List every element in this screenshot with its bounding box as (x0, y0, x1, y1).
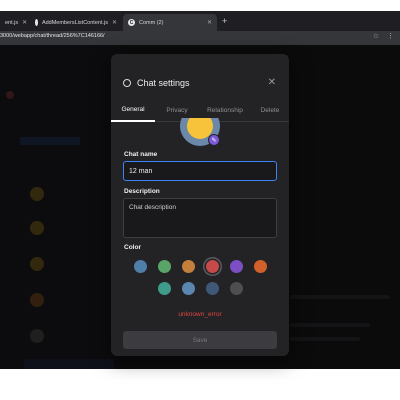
color-label: Color (124, 244, 141, 251)
color-swatch[interactable] (254, 260, 267, 273)
edit-avatar-icon[interactable]: ✎ (208, 134, 220, 146)
close-icon[interactable]: ✕ (268, 77, 276, 88)
tab-label: Comm (2) (139, 19, 164, 26)
tab-delete[interactable]: Delete (251, 98, 289, 122)
description-label: Description (124, 188, 160, 195)
new-tab-icon[interactable]: + (222, 16, 227, 26)
tab-bar: ent.js ✕ AddMembersListContent.js ✕ C Co… (0, 11, 400, 31)
color-swatch[interactable] (134, 260, 147, 273)
comm-favicon-icon: C (128, 19, 135, 26)
address-bar[interactable]: 3000/webapp/chat/thread/256%7C146166/ ☆ … (0, 31, 400, 45)
color-swatch[interactable] (230, 260, 243, 273)
github-icon (35, 19, 38, 26)
error-message: unknown_error (178, 311, 222, 318)
color-swatch[interactable] (230, 282, 243, 295)
tab-label: AddMembersListContent.js (41, 19, 108, 26)
color-swatch[interactable] (182, 282, 195, 295)
url-text[interactable]: 3000/webapp/chat/thread/256%7C146166/ (0, 33, 105, 39)
modal-header: Chat settings (123, 78, 190, 88)
more-icon[interactable]: ⋮ (387, 32, 394, 40)
gear-icon (123, 79, 131, 87)
close-icon[interactable]: ✕ (207, 19, 212, 26)
color-swatch[interactable] (206, 282, 219, 295)
modal-title: Chat settings (137, 78, 190, 88)
browser-tab[interactable]: ent.js ✕ (0, 14, 28, 31)
chat-name-label: Chat name (124, 151, 158, 158)
browser-tab-active[interactable]: C Comm (2) ✕ (123, 14, 217, 31)
browser-tab[interactable]: AddMembersListContent.js ✕ (30, 14, 122, 31)
save-button[interactable]: Save (123, 331, 277, 349)
close-icon[interactable]: ✕ (22, 19, 27, 26)
description-input[interactable] (123, 198, 277, 238)
star-icon[interactable]: ☆ (373, 32, 379, 40)
tab-label: ent.js (5, 19, 19, 26)
close-icon[interactable]: ✕ (112, 19, 117, 26)
tab-general[interactable]: General (111, 98, 155, 122)
chat-name-input[interactable] (123, 161, 277, 181)
color-swatch[interactable] (206, 260, 219, 273)
color-swatch[interactable] (158, 282, 171, 295)
chat-settings-modal: Chat settings ✕ General Privacy Relation… (111, 54, 289, 356)
color-swatch[interactable] (158, 260, 171, 273)
color-swatch[interactable] (182, 260, 195, 273)
